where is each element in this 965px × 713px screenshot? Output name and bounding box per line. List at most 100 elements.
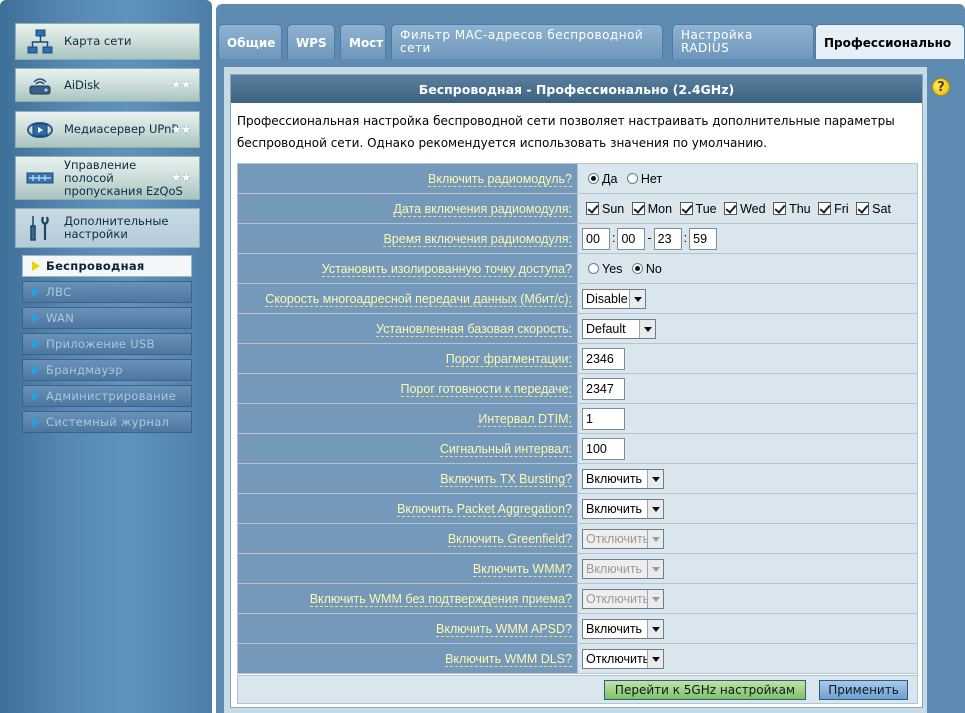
greenfield-select: Отключить — [582, 528, 664, 549]
table-row: Включить Packet Aggregation? Включить — [237, 493, 918, 524]
sidebar: Карта сети AiDisk ★★ Медиасервер UPnP ★★ — [0, 0, 212, 713]
chevron-down-icon — [647, 469, 663, 488]
menu-upnp-media[interactable]: Медиасервер UPnP ★★ — [15, 111, 200, 148]
stars-icon: ★★ — [171, 171, 191, 184]
table-row: Включить Greenfield? Отключить — [237, 523, 918, 554]
chevron-down-icon — [647, 649, 663, 668]
chevron-down-icon — [647, 529, 663, 548]
rts-threshold-input[interactable]: 2347 — [582, 377, 625, 400]
submenu-administration[interactable]: Администрирование — [22, 385, 192, 407]
menu-network-map[interactable]: Карта сети — [15, 23, 200, 60]
tab-general[interactable]: Общие — [218, 24, 282, 59]
tab-mac-filter[interactable]: Фильтр MAC-адресов беспроводной сети — [391, 24, 663, 59]
field-label: Включить TX Bursting? — [440, 471, 572, 487]
time-end-minute-input[interactable]: 59 — [689, 227, 718, 250]
dtim-input[interactable]: 1 — [582, 407, 625, 430]
stars-icon: ★★ — [171, 78, 191, 91]
basic-rate-select[interactable]: Default — [582, 318, 656, 339]
select-value: Disable — [586, 291, 628, 306]
network-map-icon — [16, 24, 64, 59]
submenu-firewall[interactable]: Брандмауэр — [22, 359, 192, 381]
day-checkbox-sat[interactable] — [856, 201, 870, 215]
arrow-right-icon — [32, 313, 40, 323]
wmm-dls-select[interactable]: Отключить — [582, 648, 664, 669]
apply-button[interactable]: Применить — [819, 680, 908, 700]
field-label: Скорость многоадресной передачи данных (… — [265, 291, 572, 307]
ap-isolate-no-radio[interactable] — [631, 262, 643, 274]
help-icon[interactable]: ? — [932, 78, 950, 96]
table-row: Включить WMM без подтверждения приема? О… — [237, 583, 918, 614]
table-row: Время включения радиомодуля: 00:00-23:59 — [237, 223, 918, 254]
tab-bar: Общие WPS Мост Фильтр MAC-адресов беспро… — [216, 24, 965, 59]
radio-enable-no[interactable] — [626, 172, 638, 184]
day-label: Sun — [602, 201, 625, 216]
submenu-label: Приложение USB — [46, 337, 155, 351]
arrow-right-icon — [32, 261, 40, 271]
menu-ezqos[interactable]: Управление полосой пропускания EzQoS ★★ — [15, 156, 200, 200]
tab-radius[interactable]: Настройка RADIUS — [672, 24, 814, 59]
packet-aggregation-select[interactable]: Включить — [582, 498, 664, 519]
menu-aidisk[interactable]: AiDisk ★★ — [15, 68, 200, 102]
submenu-usb-app[interactable]: Приложение USB — [22, 333, 192, 355]
table-row: Включить WMM DLS? Отключить — [237, 643, 918, 674]
ap-isolate-yes-radio[interactable] — [588, 262, 599, 274]
radio-enable-yes[interactable] — [588, 172, 599, 184]
day-checkbox-thu[interactable] — [773, 201, 787, 215]
time-end-hour-input[interactable]: 23 — [653, 227, 682, 250]
field-label: Интервал DTIM: — [478, 411, 572, 427]
field-label: Включить радиомодуль? — [428, 171, 572, 187]
field-label: Порог фрагментации: — [445, 351, 572, 367]
day-checkbox-mon[interactable] — [631, 201, 645, 215]
submenu-lan[interactable]: ЛВС — [22, 281, 192, 303]
select-value: Отключить — [586, 591, 650, 606]
menu-label: Управление полосой пропускания EzQoS — [64, 157, 183, 198]
main-panel: Общие WPS Мост Фильтр MAC-адресов беспро… — [216, 4, 965, 713]
radio-label: Yes — [602, 261, 623, 276]
radio-label: No — [645, 261, 662, 276]
tab-wps[interactable]: WPS — [287, 24, 335, 59]
field-label: Установить изолированную точку доступа? — [321, 261, 572, 277]
submenu-label: ЛВС — [46, 285, 72, 299]
time-separator: : — [612, 230, 616, 245]
goto-5ghz-button[interactable]: Перейти к 5GHz настройкам — [604, 680, 806, 700]
time-start-hour-input[interactable]: 00 — [582, 227, 610, 250]
tab-bridge[interactable]: Мост — [340, 24, 386, 59]
table-row: Включить WMM? Включить — [237, 553, 918, 584]
submenu-wan[interactable]: WAN — [22, 307, 192, 329]
day-checkbox-sun[interactable] — [586, 201, 599, 215]
field-label: Порог готовности к передаче: — [400, 381, 572, 397]
tab-professional[interactable]: Профессионально — [815, 24, 965, 59]
field-label: Установленная базовая скорость: — [376, 321, 572, 337]
tab-label: Фильтр MAC-адресов беспроводной сети — [400, 28, 644, 55]
submenu-system-log[interactable]: Системный журнал — [22, 411, 192, 433]
menu-label: AiDisk — [64, 77, 100, 92]
time-start-minute-input[interactable]: 00 — [617, 227, 646, 250]
multicast-rate-select[interactable]: Disable — [582, 288, 646, 309]
field-label: Включить WMM APSD? — [436, 621, 572, 637]
time-separator: - — [647, 230, 652, 245]
frag-threshold-input[interactable]: 2346 — [582, 347, 625, 370]
table-row: Включить WMM APSD? Включить — [237, 613, 918, 644]
day-checkbox-tue[interactable] — [679, 201, 693, 215]
day-checkbox-fri[interactable] — [818, 201, 832, 215]
submenu-wireless[interactable]: Беспроводная — [22, 255, 192, 277]
upnp-media-icon — [16, 112, 64, 147]
day-label: Mon — [647, 201, 673, 216]
day-checkbox-wed[interactable] — [724, 201, 738, 215]
field-label: Включить WMM DLS? — [445, 651, 572, 667]
tx-bursting-select[interactable]: Включить — [582, 468, 664, 489]
tab-label: WPS — [296, 36, 327, 50]
menu-advanced-settings[interactable]: Дополнительные настройки — [15, 208, 200, 248]
submenu-label: Брандмауэр — [46, 363, 123, 377]
time-separator: : — [683, 230, 688, 245]
beacon-interval-input[interactable]: 100 — [582, 437, 625, 460]
table-row: Сигнальный интервал: 100 — [237, 433, 918, 464]
chevron-down-icon — [647, 619, 663, 638]
tab-label: Общие — [227, 36, 276, 50]
select-value: Включить — [586, 561, 643, 576]
field-label: Включить WMM без подтверждения приема? — [309, 591, 572, 607]
table-row: Порог фрагментации: 2346 — [237, 343, 918, 374]
wmm-apsd-select[interactable]: Включить — [582, 618, 664, 639]
arrow-right-icon — [32, 339, 40, 349]
select-value: Включить — [586, 471, 643, 486]
